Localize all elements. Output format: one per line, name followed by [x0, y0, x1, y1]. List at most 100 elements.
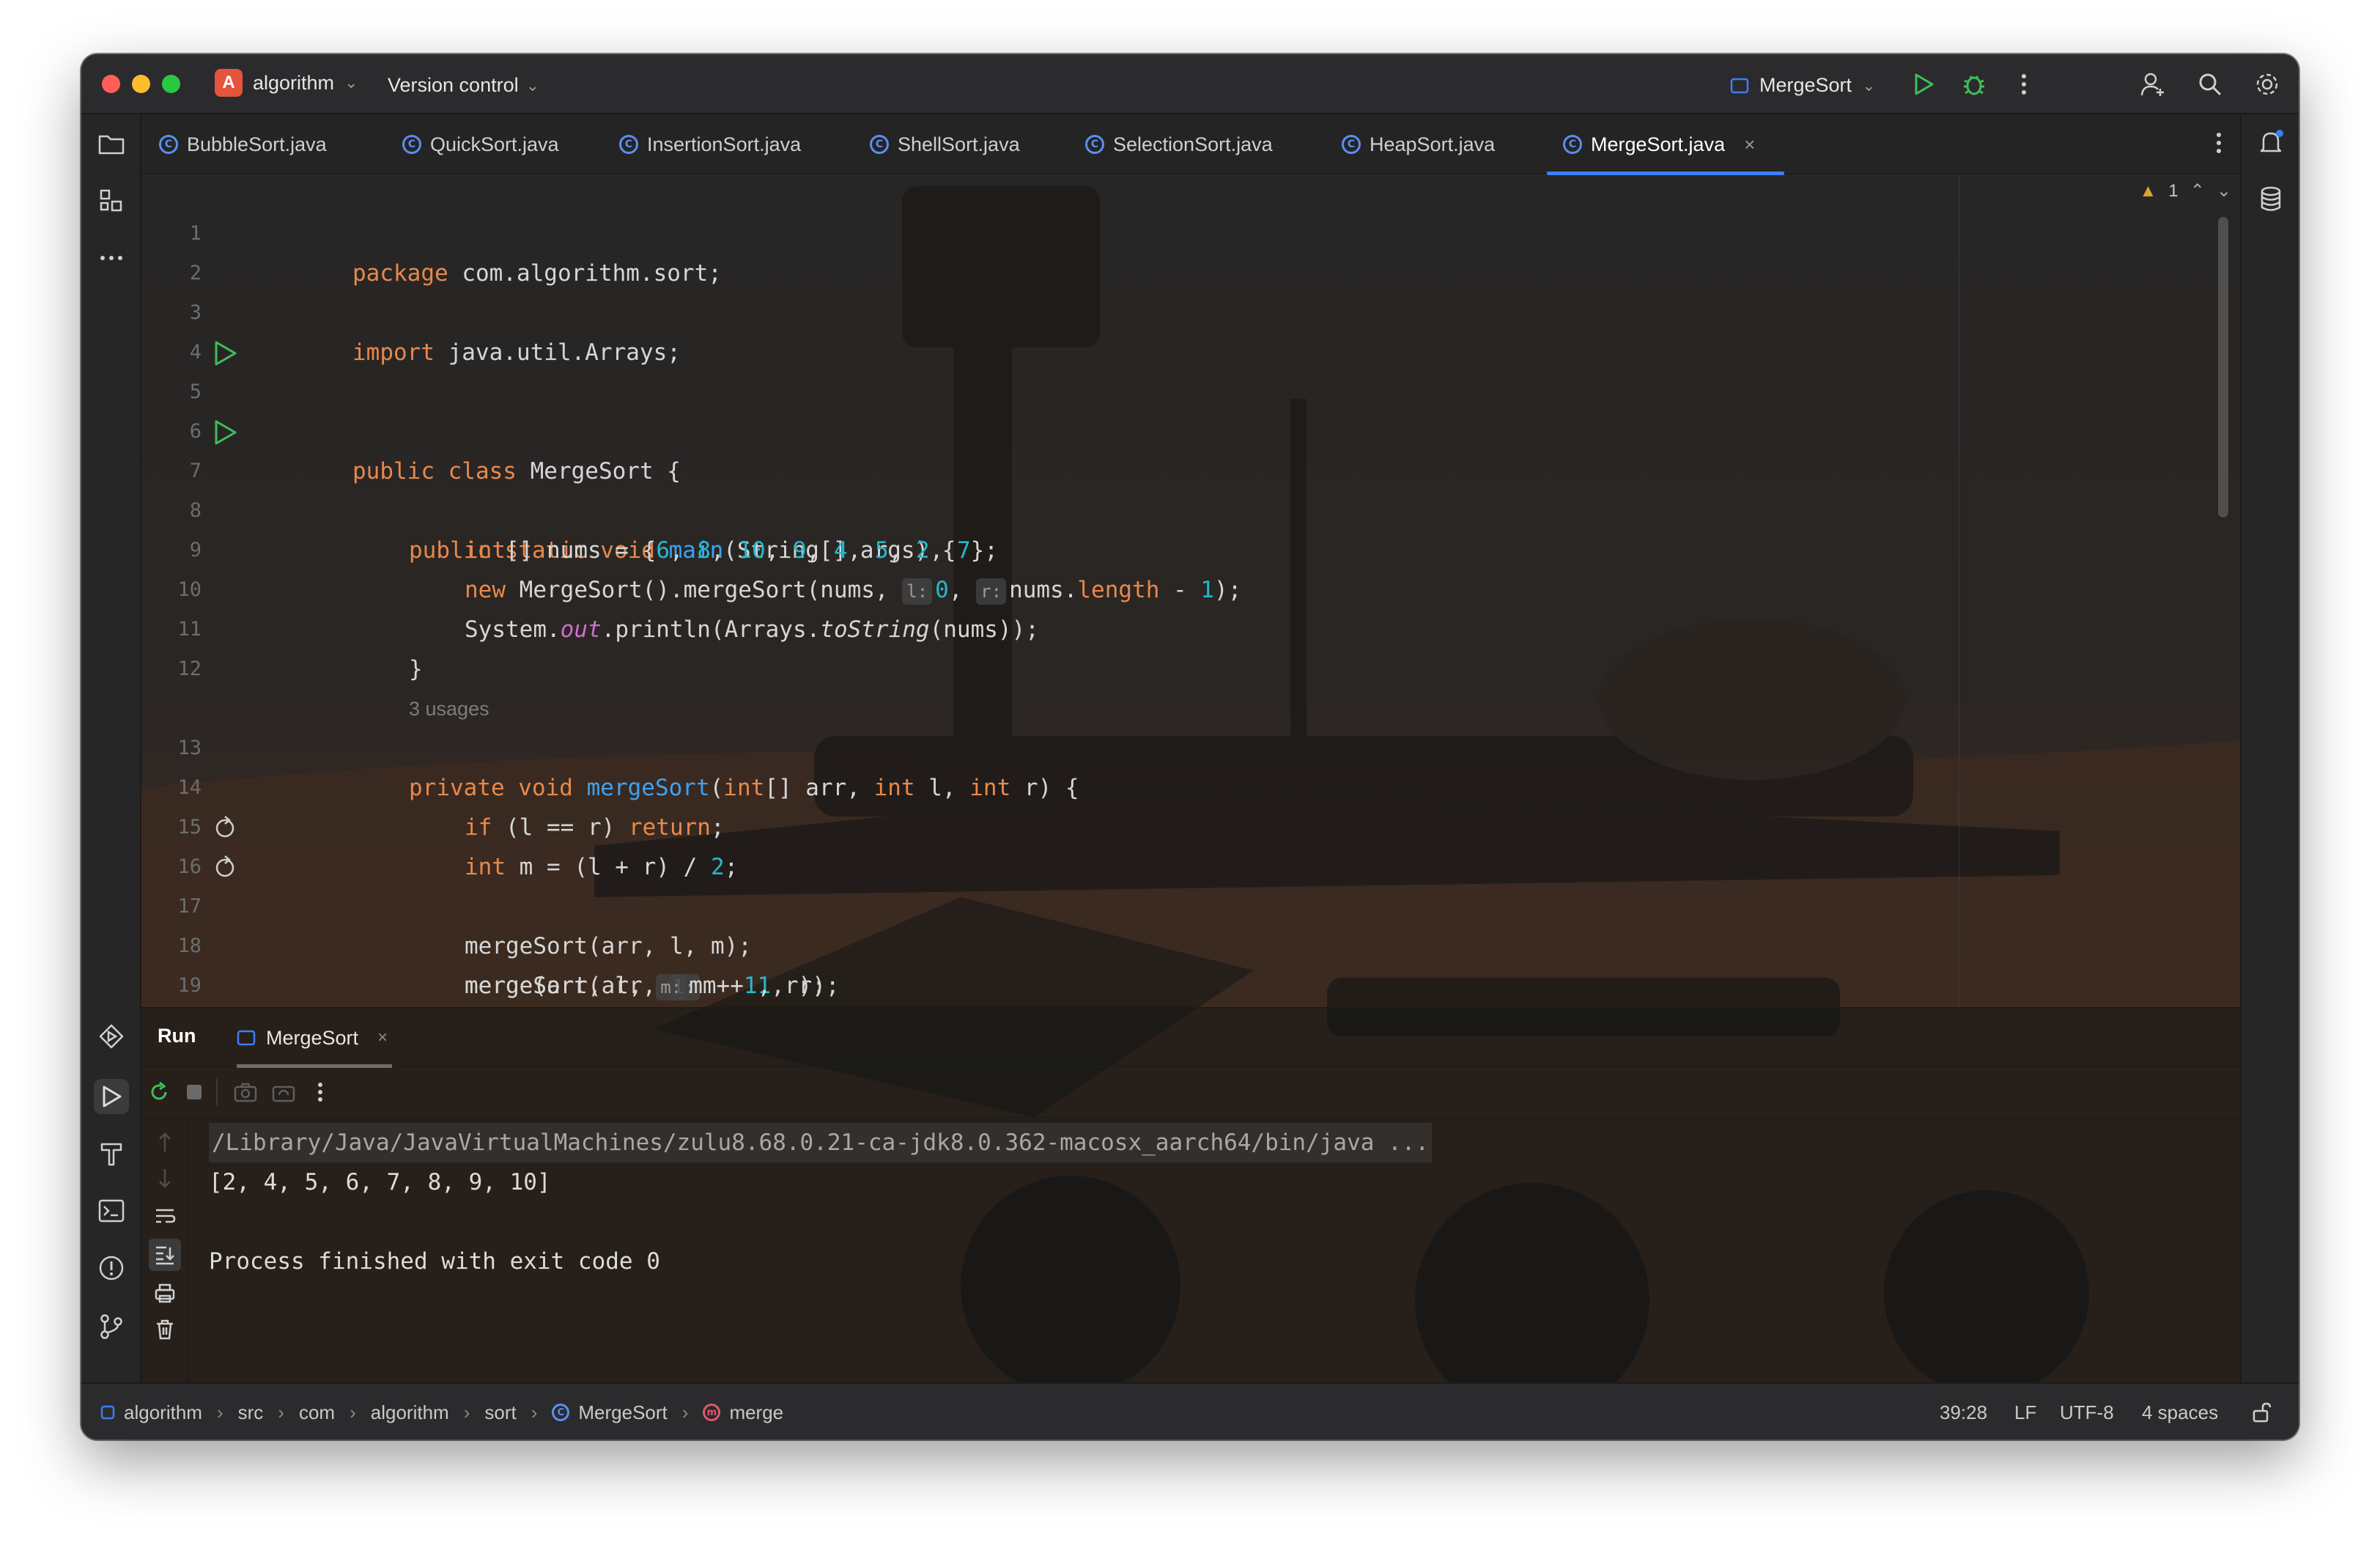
code-line: 15 int m = (l + r) / 2; [141, 768, 2240, 880]
trash-icon [157, 1319, 173, 1340]
breadcrumb-item[interactable]: algorithm [371, 1401, 449, 1424]
code-line: 3 import java.util.Arrays; [141, 254, 2240, 366]
run-more-button[interactable] [307, 1079, 333, 1105]
breadcrumb-item[interactable]: sort [484, 1401, 516, 1424]
code-line: 17 mergeSort(arr, l:m + 1, r); [141, 847, 2240, 1000]
scroll-to-end-button[interactable] [149, 1239, 181, 1271]
soft-wrap-icon [156, 1209, 176, 1223]
code-line: 16 mergeSort(arr, l, m); [141, 808, 2240, 959]
problems-tool-button[interactable] [95, 1252, 128, 1284]
zoom-window-button[interactable] [162, 75, 180, 93]
services-tool-button[interactable] [95, 1020, 128, 1053]
console-command-line[interactable]: /Library/Java/JavaVirtualMachines/zulu8.… [209, 1123, 1433, 1162]
play-icon [103, 1086, 122, 1107]
readonly-toggle[interactable] [2252, 1384, 2272, 1440]
console-output[interactable]: [2, 4, 5, 6, 7, 8, 9, 10] [209, 1162, 551, 1202]
file-encoding[interactable]: UTF-8 [2060, 1384, 2114, 1440]
notifications-button[interactable] [2255, 126, 2287, 158]
tab-quicksort[interactable]: C QuickSort.java [402, 114, 559, 174]
profiler-snapshot-button[interactable] [270, 1079, 297, 1105]
services-icon [99, 1024, 124, 1049]
chevron-right-icon: › [216, 1401, 223, 1423]
search-button[interactable] [2195, 69, 2225, 100]
minimize-window-button[interactable] [132, 75, 150, 93]
scroll-to-end-icon [156, 1246, 174, 1265]
thread-dump-button[interactable] [232, 1079, 259, 1105]
person-plus-icon [2140, 73, 2164, 96]
breadcrumb-item[interactable]: merge [729, 1401, 783, 1424]
close-tab-icon[interactable]: × [1744, 133, 1755, 156]
run-button[interactable] [1908, 69, 1939, 100]
project-name: algorithm [253, 71, 335, 94]
unlock-icon [2252, 1402, 2272, 1423]
tab-mergesort[interactable]: C MergeSort.java × [1546, 114, 1785, 175]
tab-label: QuickSort.java [430, 133, 559, 155]
console-side-toolbar [141, 1118, 188, 1384]
run-tab-mergesort[interactable]: MergeSort × [237, 1009, 393, 1068]
scroll-up-button[interactable] [152, 1129, 178, 1155]
window-controls [102, 75, 180, 93]
tab-label: SelectionSort.java [1113, 133, 1273, 155]
tab-insertionsort[interactable]: C InsertionSort.java [619, 114, 801, 174]
breadcrumb-item[interactable]: com [299, 1401, 335, 1424]
line-separator[interactable]: LF [2014, 1384, 2036, 1440]
git-tool-button[interactable] [95, 1311, 128, 1343]
settings-button[interactable] [2252, 69, 2283, 100]
add-user-button[interactable] [2137, 69, 2168, 100]
tab-shellsort[interactable]: C ShellSort.java [870, 114, 1020, 174]
breadcrumb-item[interactable]: MergeSort [578, 1401, 667, 1424]
cursor-position[interactable]: 39:28 [1940, 1384, 1987, 1440]
build-tool-button[interactable] [95, 1138, 128, 1170]
scroll-down-button[interactable] [152, 1165, 178, 1192]
ide-window: A algorithm ⌄ Version control ⌄ MergeSor… [81, 54, 2299, 1440]
code-line: 5 public class MergeSort { [141, 333, 2240, 484]
close-window-button[interactable] [102, 75, 120, 93]
code-line: 11 } [141, 570, 2240, 682]
arrow-up-icon [159, 1132, 171, 1151]
code-vision-row: 3 usages [141, 649, 2240, 720]
soft-wrap-button[interactable] [152, 1204, 178, 1230]
rerun-button[interactable] [146, 1079, 172, 1105]
indent-setting[interactable]: 4 spaces [2142, 1384, 2218, 1440]
print-button[interactable] [152, 1280, 178, 1306]
tab-actions-button[interactable] [2215, 132, 2222, 158]
run-config-icon [237, 1030, 256, 1046]
close-tab-icon[interactable]: × [377, 1028, 388, 1048]
horizontal-ellipsis-icon [100, 256, 122, 260]
java-class-icon: C [1342, 135, 1361, 154]
version-control-menu[interactable]: Version control ⌄ [388, 74, 539, 97]
database-tool-button[interactable] [2255, 183, 2287, 215]
terminal-tool-button[interactable] [95, 1195, 128, 1227]
more-tools-button[interactable] [95, 242, 128, 274]
java-class-icon: C [619, 135, 638, 154]
debug-button[interactable] [1959, 69, 1989, 100]
tab-bubblesort[interactable]: C BubbleSort.java [159, 114, 327, 174]
tab-selectionsort[interactable]: C SelectionSort.java [1085, 114, 1273, 174]
code-line: 10 System.out.println(Arrays.toString(nu… [141, 531, 2240, 643]
chevron-right-icon: › [463, 1401, 470, 1423]
run-gutter-icon[interactable] [212, 419, 238, 446]
code-editor[interactable]: ▲ 1 ⌃ ⌄ 1 package com.algorithm.sort; 2 … [141, 174, 2240, 1007]
code-line: 9 new MergeSort().mergeSort(nums, l: 0, r… [141, 491, 2240, 605]
structure-tool-button[interactable] [95, 185, 128, 217]
chevron-down-icon: ⌄ [344, 73, 358, 92]
code-line: 20 [141, 966, 2240, 1006]
clear-console-button[interactable] [152, 1316, 178, 1343]
run-configuration-selector[interactable]: MergeSort ⌄ [1730, 74, 1876, 97]
vertical-ellipsis-icon [2217, 133, 2221, 153]
chevron-right-icon: › [531, 1401, 538, 1423]
more-actions-button[interactable] [2008, 69, 2039, 100]
project-selector[interactable]: A algorithm ⌄ [215, 69, 358, 97]
console-exit-message[interactable]: Process finished with exit code 0 [209, 1242, 660, 1281]
status-bar: algorithm › src › com › algorithm › sort… [81, 1382, 2299, 1440]
tab-label: BubbleSort.java [187, 133, 327, 155]
breadcrumb-item[interactable]: algorithm [124, 1401, 202, 1424]
code-line: 8 int[] nums = {6, 8, 10, 9, 4, 5, 2, 7}… [141, 452, 2240, 564]
project-tool-button[interactable] [95, 128, 128, 160]
stop-button[interactable] [181, 1079, 207, 1105]
run-gutter-icon[interactable] [212, 340, 238, 366]
tab-heapsort[interactable]: C HeapSort.java [1342, 114, 1495, 174]
run-tool-button[interactable] [94, 1079, 129, 1114]
breadcrumb-item[interactable]: src [238, 1401, 264, 1424]
editor-tabs: C BubbleSort.java C QuickSort.java C Ins… [141, 114, 2240, 175]
